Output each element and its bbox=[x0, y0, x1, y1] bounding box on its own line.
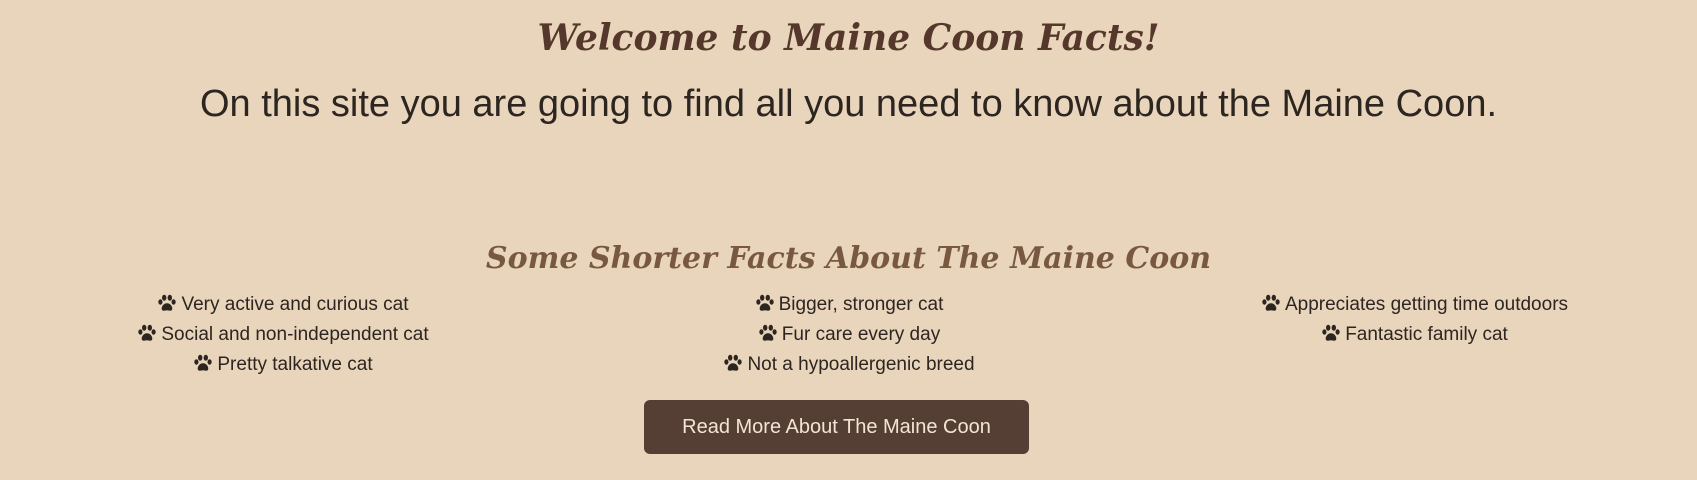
paw-icon bbox=[755, 294, 774, 311]
facts-heading: Some Shorter Facts About The Maine Coon bbox=[485, 241, 1212, 276]
fact-text: Fantastic family cat bbox=[1345, 324, 1508, 345]
fact-item: Very active and curious cat bbox=[0, 290, 566, 320]
read-more-button[interactable]: Read More About The Maine Coon bbox=[644, 400, 1029, 454]
paw-icon bbox=[194, 354, 213, 371]
paw-icon bbox=[138, 324, 157, 341]
page-title: Welcome to Maine Coon Facts! bbox=[537, 17, 1160, 59]
fact-text: Very active and curious cat bbox=[181, 294, 409, 315]
fact-item: Appreciates getting time outdoors bbox=[1132, 290, 1697, 320]
paw-icon bbox=[158, 294, 177, 311]
fact-text: Appreciates getting time outdoors bbox=[1284, 294, 1569, 315]
facts-column-2: Bigger, stronger cat Fur care every day … bbox=[566, 290, 1132, 380]
fact-text: Pretty talkative cat bbox=[217, 354, 373, 375]
paw-icon bbox=[1322, 324, 1340, 341]
paw-icon bbox=[759, 324, 777, 341]
fact-item: Bigger, stronger cat bbox=[566, 290, 1132, 320]
fact-text: Fur care every day bbox=[781, 324, 941, 345]
fact-item: Not a hypoallergenic breed bbox=[566, 350, 1132, 380]
fact-item: Fantastic family cat bbox=[1132, 320, 1697, 350]
fact-item: Social and non-independent cat bbox=[0, 320, 566, 350]
intro-text: On this site you are going to find all y… bbox=[199, 83, 1498, 125]
fact-item: Pretty talkative cat bbox=[0, 350, 566, 380]
paw-icon bbox=[724, 354, 743, 371]
facts-column-3: Appreciates getting time outdoors Fantas… bbox=[1132, 290, 1697, 350]
fact-item: Fur care every day bbox=[566, 320, 1132, 350]
fact-text: Not a hypoallergenic breed bbox=[747, 354, 975, 375]
paw-icon bbox=[1262, 294, 1280, 311]
facts-column-1: Very active and curious cat Social and n… bbox=[0, 290, 566, 380]
fact-text: Social and non-independent cat bbox=[161, 324, 429, 345]
fact-text: Bigger, stronger cat bbox=[778, 294, 944, 315]
